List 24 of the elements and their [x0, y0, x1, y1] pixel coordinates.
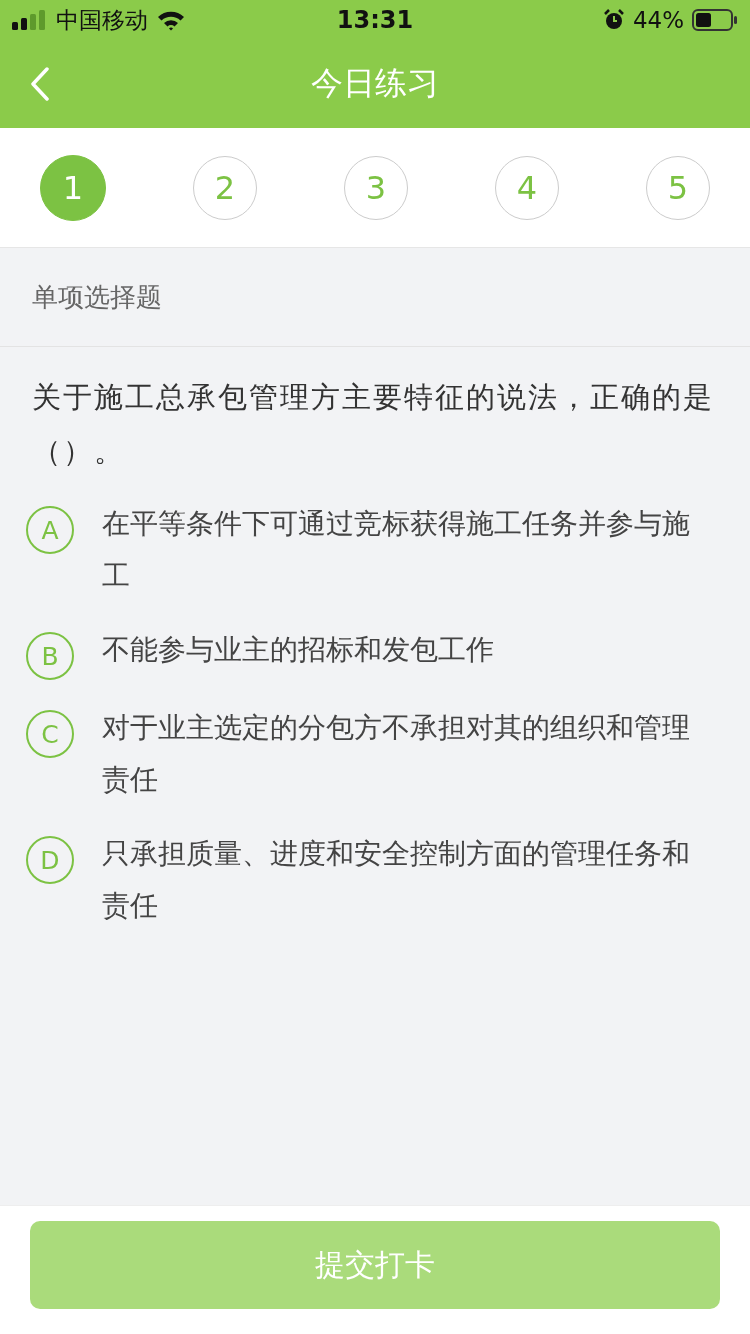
option-text[interactable]: 对于业主选定的分包方不承担对其的组织和管理责任 [102, 702, 702, 806]
battery-percent: 44% [632, 7, 684, 33]
question-number-tab[interactable]: 3 [344, 155, 408, 220]
option-text[interactable]: 不能参与业主的招标和发包工作 [102, 624, 494, 676]
question-type-label: 单项选择题 [32, 280, 162, 314]
status-time: 13:31 [336, 6, 414, 34]
question-number-tab[interactable]: 4 [495, 155, 559, 220]
option-letter-circle[interactable]: D [26, 836, 74, 884]
option-text[interactable]: 只承担质量、进度和安全控制方面的管理任务和责任 [102, 828, 702, 932]
question-text: 关于施工总承包管理方主要特征的说法，正确的是（）。 [31, 379, 715, 470]
carrier-name: 中国移动 [56, 5, 148, 35]
battery-icon [692, 9, 738, 31]
option-text[interactable]: 在平等条件下可通过竞标获得施工任务并参与施工 [102, 498, 702, 602]
wifi-icon [156, 9, 186, 31]
option-letter-circle[interactable]: C [26, 710, 74, 758]
question-number-tab[interactable]: 2 [193, 155, 257, 220]
alarm-icon [602, 9, 625, 31]
page-title: 今日练习 [311, 63, 439, 104]
option-letter-circle[interactable]: B [26, 632, 74, 680]
back-icon[interactable] [30, 67, 50, 101]
signal-icon [12, 10, 48, 30]
question-number-tab[interactable]: 1 [40, 154, 106, 221]
option-letter-circle[interactable]: A [26, 506, 74, 554]
question-number-tab[interactable]: 5 [646, 155, 710, 220]
